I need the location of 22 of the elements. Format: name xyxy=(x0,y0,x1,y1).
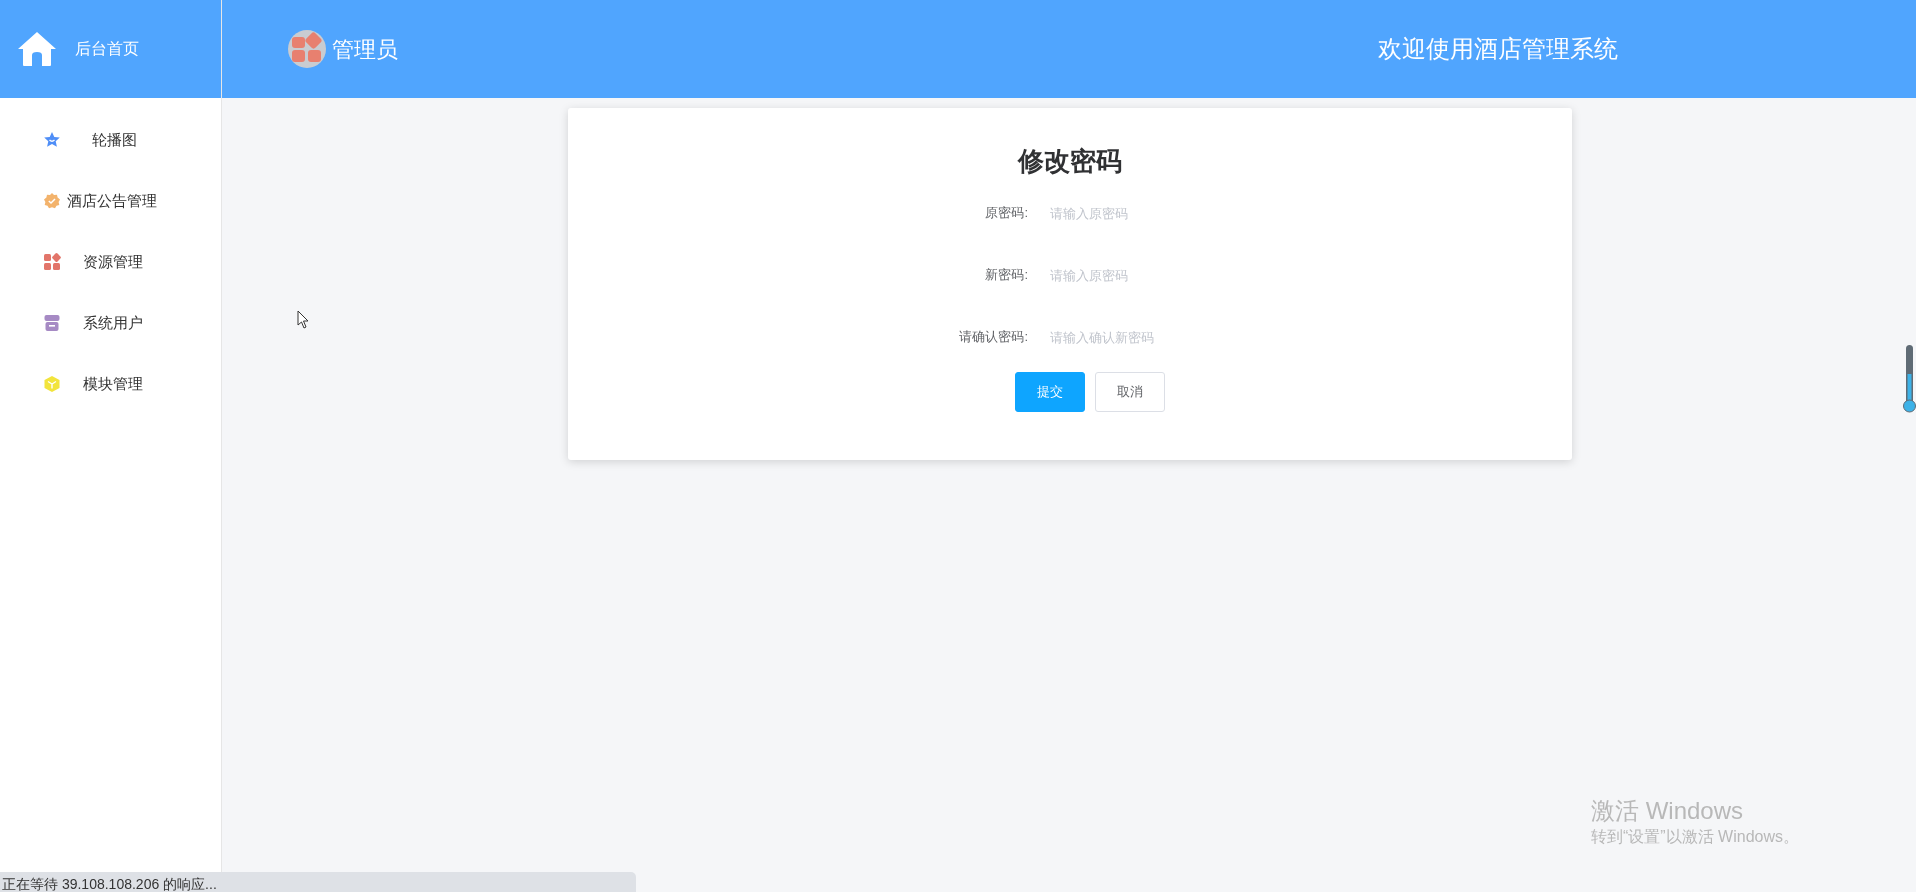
field-label: 请确认密码: xyxy=(958,328,1029,347)
cancel-button[interactable]: 取消 xyxy=(1095,372,1165,412)
activation-hint: 转到“设置”以激活 Windows。 xyxy=(1591,827,1799,847)
activation-title: 激活 Windows xyxy=(1591,796,1745,826)
avatar-icon xyxy=(288,30,326,68)
sidebar-item[interactable]: 资源管理 xyxy=(0,251,143,274)
sidebar-item[interactable]: 酒店公告管理 xyxy=(0,190,157,213)
field-label: 新密码: xyxy=(984,266,1029,285)
sidebar-item[interactable]: 轮播图 xyxy=(0,129,137,152)
sidebar-item[interactable]: 模块管理 xyxy=(0,373,143,396)
status-bar: 正在等待 39.108.108.206 的响应... xyxy=(0,872,636,892)
home-icon xyxy=(17,31,57,67)
welcome-text: 欢迎使用酒店管理系统 xyxy=(1378,34,1618,64)
user-name: 管理员 xyxy=(332,35,398,64)
form-title: 修改密码 xyxy=(1018,145,1122,178)
password-field[interactable]: 请输入原密码 xyxy=(1040,195,1260,231)
thermometer-icon xyxy=(1903,344,1916,414)
mouse-cursor-icon xyxy=(297,310,309,329)
sidebar-item[interactable]: 系统用户 xyxy=(0,312,143,335)
password-field[interactable]: 请输入原密码 xyxy=(1040,257,1260,293)
field-label: 原密码: xyxy=(984,204,1029,223)
password-field[interactable]: 请输入确认新密码 xyxy=(1040,319,1260,355)
